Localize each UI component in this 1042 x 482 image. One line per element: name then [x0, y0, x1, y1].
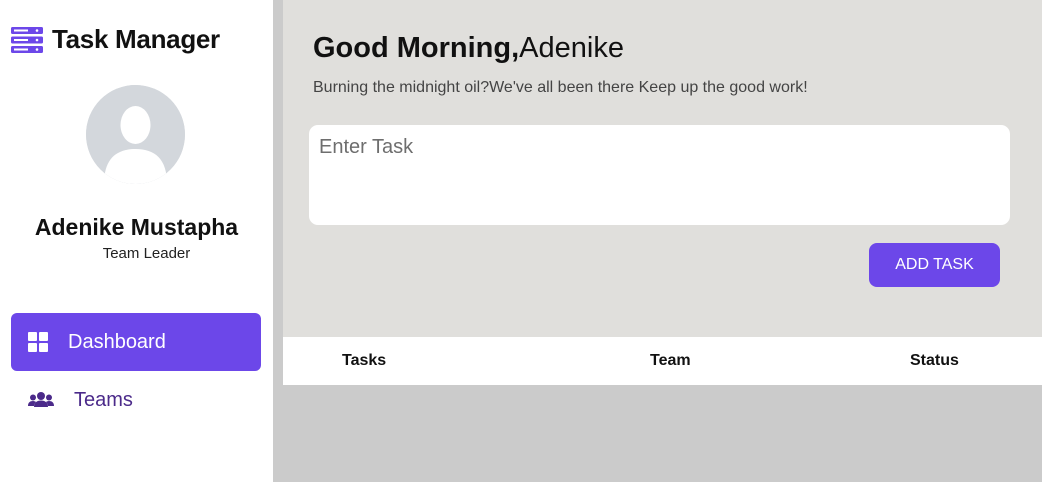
user-name: Adenike Mustapha: [34, 214, 239, 240]
greeting-subtitle: Burning the midnight oil?We've all been …: [313, 79, 808, 96]
column-header-tasks: Tasks: [342, 352, 387, 369]
sidebar-item-dashboard[interactable]: Dashboard: [11, 313, 261, 371]
default-avatar-icon: [86, 85, 185, 184]
sidebar-item-teams[interactable]: Teams: [11, 371, 261, 429]
sidebar-item-label: Dashboard: [68, 330, 166, 353]
app-title: Task Manager: [52, 24, 220, 54]
column-header-status: Status: [910, 352, 959, 369]
avatar: [86, 85, 185, 184]
greeting: Good Morning,Adenike: [313, 32, 624, 65]
user-role: Team Leader: [102, 245, 191, 262]
server-stack-icon: [11, 26, 43, 53]
greeting-prefix: Good Morning,: [313, 32, 520, 64]
users-icon: [28, 392, 54, 407]
sidebar: Task Manager Adenike Mustapha Team Leade…: [0, 0, 273, 482]
grid-icon: [28, 332, 48, 352]
greeting-name: Adenike: [519, 32, 624, 64]
add-task-button[interactable]: ADD TASK: [869, 243, 1000, 287]
brand: Task Manager: [11, 24, 220, 55]
sidebar-item-label: Teams: [74, 388, 133, 411]
task-table-header: Tasks Team Status: [283, 337, 1042, 385]
column-header-team: Team: [650, 352, 691, 369]
main-panel: Good Morning,Adenike Burning the midnigh…: [283, 0, 1042, 337]
task-input[interactable]: [309, 125, 1010, 225]
